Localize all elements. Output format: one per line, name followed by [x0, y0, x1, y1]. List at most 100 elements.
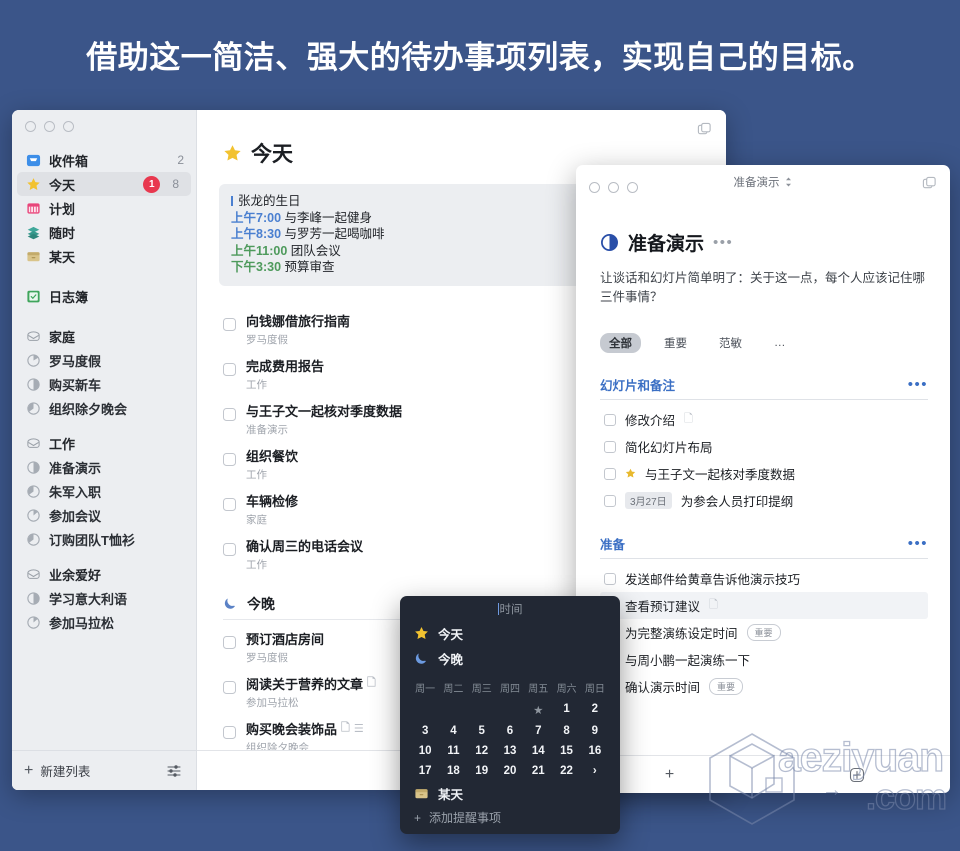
sidebar-item-logbook[interactable]: 日志簿	[12, 284, 196, 308]
calendar-day[interactable]: 20	[496, 761, 524, 781]
quick-option-tonight[interactable]: 今晚	[414, 646, 606, 671]
duplicate-icon[interactable]	[697, 122, 712, 142]
calendar-day[interactable]: 21	[524, 761, 552, 781]
checklist-item[interactable]: 为完整演练设定时间 重要	[600, 619, 928, 646]
calendar-day[interactable]: 5	[468, 721, 496, 741]
chip-person[interactable]: 范敏	[710, 333, 751, 353]
sidebar-item-area-home[interactable]: 家庭	[12, 324, 196, 348]
minimize-button[interactable]	[44, 121, 55, 132]
window-traffic-lights[interactable]	[12, 110, 196, 132]
calendar-day[interactable]: 9	[581, 721, 609, 741]
calendar-day[interactable]: 8	[552, 721, 580, 741]
sidebar-item-project-presentation[interactable]: 准备演示	[12, 455, 196, 479]
item-checkbox[interactable]	[604, 572, 616, 585]
checklist-item[interactable]: 与王子文一起核对季度数据	[600, 460, 928, 487]
sidebar-item-someday[interactable]: 某天	[12, 244, 196, 268]
calendar-day[interactable]: 3	[411, 721, 439, 741]
sidebar-item-project-rome[interactable]: 罗马度假	[12, 348, 196, 372]
calendar-day[interactable]: 22	[552, 761, 580, 781]
priority-tag: 重要	[709, 678, 744, 695]
sidebar-item-upcoming[interactable]: 计划	[12, 196, 196, 220]
task-checkbox[interactable]	[223, 362, 236, 376]
calendar-day[interactable]: 11	[439, 741, 467, 761]
next-month-chevron-icon[interactable]: ›	[581, 761, 609, 781]
sidebar-item-today[interactable]: 今天 1 8	[17, 172, 191, 196]
task-checkbox[interactable]	[223, 635, 236, 649]
someday-option[interactable]: 某天	[400, 781, 620, 805]
chip-important[interactable]: 重要	[655, 333, 696, 353]
more-icon[interactable]: •••	[713, 235, 733, 250]
checklist-item[interactable]: 简化幻灯片布局	[600, 433, 928, 460]
calendar-day[interactable]: 15	[552, 741, 580, 761]
sidebar-item-project-nye[interactable]: 组织除夕晚会	[12, 396, 196, 420]
sidebar-item-project-tshirts[interactable]: 订购团队T恤衫	[12, 527, 196, 551]
task-checkbox[interactable]	[223, 680, 236, 694]
checklist-item[interactable]: 确认演示时间 重要	[600, 673, 928, 700]
item-checkbox[interactable]	[604, 494, 616, 507]
sliders-icon[interactable]	[166, 764, 182, 778]
sidebar-item-project-onboarding[interactable]: 朱军入职	[12, 479, 196, 503]
calendar-day[interactable]: 16	[581, 741, 609, 761]
sidebar-item-project-italian[interactable]: 学习意大利语	[12, 586, 196, 610]
date-popup-footer: 某天 + 添加提醒事项	[400, 781, 620, 834]
date-picker-popup[interactable]: 时间 今天 今晚 周一 周二 周三 周四 周五 周六 周日 ★ 1 2 3 4 …	[400, 596, 620, 834]
item-checkbox[interactable]	[604, 413, 616, 426]
calendar-day[interactable]: 6	[496, 721, 524, 741]
task-checkbox[interactable]	[223, 725, 236, 739]
more-icon[interactable]: •••	[908, 377, 928, 392]
task-checkbox[interactable]	[223, 497, 236, 511]
sidebar-item-anytime[interactable]: 随时	[12, 220, 196, 244]
sidebar-item-project-marathon[interactable]: 参加马拉松	[12, 610, 196, 634]
weekday: 周三	[471, 684, 492, 695]
task-checkbox[interactable]	[223, 452, 236, 466]
calendar-day[interactable]: 10	[411, 741, 439, 761]
checklist-item[interactable]: 查看预订建议 🗋	[600, 592, 928, 619]
sidebar-item-project-conference[interactable]: 参加会议	[12, 503, 196, 527]
sidebar-item-project-newcar[interactable]: 购买新车	[12, 372, 196, 396]
sidebar-item-inbox[interactable]: 收件箱 2	[12, 148, 196, 172]
duplicate-icon[interactable]	[922, 176, 937, 196]
sidebar-label: 业余爱好	[49, 567, 102, 583]
page-title: 借助这一简洁、强大的待办事项列表，实现自己的目标。	[86, 39, 874, 75]
calendar-day[interactable]: 18	[439, 761, 467, 781]
calendar-day[interactable]: 13	[496, 741, 524, 761]
detail-window-title[interactable]: 准备演示	[576, 174, 950, 190]
new-list-button[interactable]: + 新建列表	[24, 761, 90, 780]
calendar-day[interactable]: 2	[581, 699, 609, 721]
chip-all[interactable]: 全部	[600, 333, 641, 353]
calendar-day[interactable]: 12	[468, 741, 496, 761]
quick-option-today[interactable]: 今天	[414, 621, 606, 646]
date-search-input[interactable]: 时间	[400, 599, 620, 619]
project-note[interactable]: 让谈话和幻灯片简单明了：关于这一点，每个人应该记住哪三件事情？	[600, 269, 928, 307]
checklist-item[interactable]: 发送邮件给黄章告诉他演示技巧	[600, 565, 928, 592]
checklist-item[interactable]: 3月27日 为参会人员打印提纲	[600, 487, 928, 514]
calendar-day[interactable]: 1	[552, 699, 580, 721]
chip-more[interactable]: …	[765, 335, 795, 351]
task-checkbox[interactable]	[223, 317, 236, 331]
sidebar-item-area-work[interactable]: 工作	[12, 431, 196, 455]
checklist-item[interactable]: 修改介绍 🗋	[600, 406, 928, 433]
calendar-day[interactable]: 14	[524, 741, 552, 761]
task-checkbox[interactable]	[223, 407, 236, 421]
item-checkbox[interactable]	[604, 440, 616, 453]
calendar-day[interactable]: 7	[524, 721, 552, 741]
list-title: 今天	[223, 138, 700, 168]
calendar-day[interactable]: 4	[439, 721, 467, 741]
close-button[interactable]	[25, 121, 36, 132]
detail-footer: +	[576, 755, 950, 793]
item-label: 发送邮件给黄章告诉他演示技巧	[625, 573, 801, 587]
section-prepare: 准备 ••• 发送邮件给黄章告诉他演示技巧 查看预订建议 🗋 为完整演练设定时间…	[600, 534, 928, 700]
more-icon[interactable]: •••	[908, 536, 928, 551]
calendar-day[interactable]: 17	[411, 761, 439, 781]
task-checkbox[interactable]	[223, 542, 236, 556]
checklist-item[interactable]: 与周小鹏一起演练一下	[600, 646, 928, 673]
sidebar-label: 订购团队T恤衫	[49, 532, 135, 548]
add-circle-button[interactable]	[763, 767, 950, 783]
sidebar-item-area-hobbies[interactable]: 业余爱好	[12, 562, 196, 586]
add-reminder-option[interactable]: + 添加提醒事项	[400, 805, 620, 834]
add-reminder-label: 添加提醒事项	[429, 811, 502, 825]
maximize-button[interactable]	[63, 121, 74, 132]
calendar-day[interactable]: 19	[468, 761, 496, 781]
item-checkbox[interactable]	[604, 467, 616, 480]
calendar-day-today[interactable]: ★	[524, 699, 552, 721]
